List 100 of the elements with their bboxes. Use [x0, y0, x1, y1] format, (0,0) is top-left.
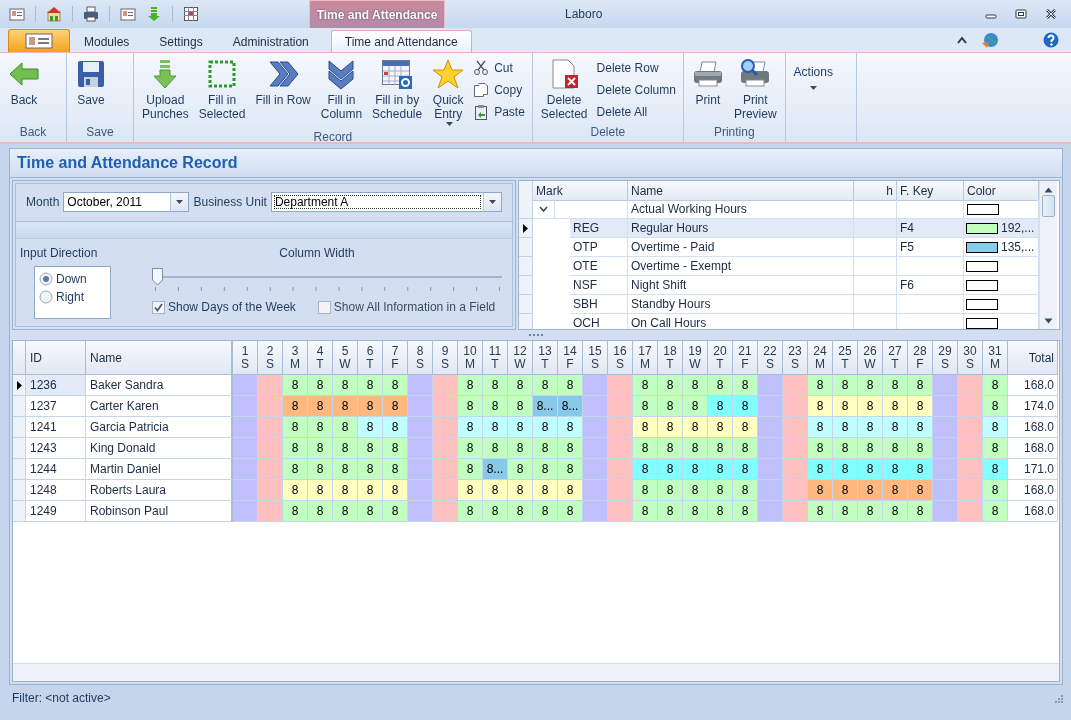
ribbon-button[interactable]: Quick Entry [427, 55, 470, 130]
scrollbar-thumb[interactable] [1042, 195, 1055, 217]
globe-icon[interactable] [981, 31, 999, 49]
hours-cell[interactable]: 8 [683, 438, 708, 459]
actions-button[interactable]: Actions [788, 55, 838, 94]
hours-cell[interactable] [758, 459, 783, 480]
ribbon-button[interactable]: Print [686, 55, 729, 110]
hours-cell[interactable]: 8 [483, 480, 508, 501]
hours-cell[interactable]: 8 [858, 396, 883, 417]
hours-cell[interactable] [608, 438, 633, 459]
hours-cell[interactable]: 8... [533, 396, 558, 417]
splitter-grip-icon[interactable] [529, 333, 543, 337]
hours-cell[interactable]: 8 [308, 417, 333, 438]
hours-cell[interactable]: 8 [458, 417, 483, 438]
hours-cell[interactable]: 8 [558, 459, 583, 480]
hours-cell[interactable]: 8 [283, 438, 308, 459]
hours-cell[interactable]: 8 [358, 396, 383, 417]
hours-cell[interactable]: 8 [983, 480, 1008, 501]
ribbon-tab[interactable]: Settings [145, 30, 217, 52]
hours-cell[interactable]: 8 [383, 396, 408, 417]
size-grip-icon[interactable] [1053, 693, 1063, 703]
hours-cell[interactable]: 8 [683, 396, 708, 417]
hours-cell[interactable]: 8 [308, 501, 333, 522]
hours-cell[interactable] [608, 480, 633, 501]
hours-cell[interactable]: 8 [808, 396, 833, 417]
hours-cell[interactable]: 8 [808, 417, 833, 438]
hours-cell[interactable]: 8 [458, 480, 483, 501]
ribbon-button[interactable]: Fill in Selected [193, 55, 251, 124]
hours-cell[interactable]: 8 [283, 459, 308, 480]
hours-cell[interactable]: 8 [383, 417, 408, 438]
hours-cell[interactable] [433, 375, 458, 396]
hours-cell[interactable] [258, 480, 283, 501]
hours-cell[interactable]: 8 [808, 438, 833, 459]
ribbon-tab[interactable]: Modules [70, 30, 144, 52]
hours-cell[interactable]: 8 [708, 375, 733, 396]
hours-cell[interactable]: 8 [483, 417, 508, 438]
hours-cell[interactable] [433, 501, 458, 522]
hours-cell[interactable]: 8 [333, 501, 358, 522]
hours-cell[interactable]: 8 [908, 501, 933, 522]
hours-cell[interactable]: 8 [358, 375, 383, 396]
ribbon-button[interactable]: Paste [469, 101, 529, 123]
hours-cell[interactable] [258, 417, 283, 438]
hours-cell[interactable] [783, 459, 808, 480]
hours-cell[interactable]: 8 [383, 501, 408, 522]
hours-cell[interactable]: 8 [633, 375, 658, 396]
hours-cell[interactable]: 8 [458, 375, 483, 396]
hours-cell[interactable] [408, 459, 433, 480]
checkbox-label[interactable]: Show Days of the Week [168, 300, 296, 314]
hours-cell[interactable]: 8 [533, 417, 558, 438]
hours-cell[interactable] [408, 375, 433, 396]
horizontal-scrollbar[interactable] [13, 663, 1059, 681]
checkbox[interactable] [317, 300, 331, 314]
hours-cell[interactable] [583, 459, 608, 480]
hours-cell[interactable] [758, 375, 783, 396]
hours-cell[interactable]: 8 [883, 480, 908, 501]
scroll-down-icon[interactable] [1044, 318, 1053, 324]
hours-cell[interactable]: 8 [908, 375, 933, 396]
arrow-down-icon[interactable] [146, 6, 162, 22]
hours-cell[interactable]: 8 [833, 501, 858, 522]
radio-button[interactable] [39, 272, 53, 286]
hours-cell[interactable]: 8 [883, 501, 908, 522]
hours-cell[interactable]: 8 [558, 501, 583, 522]
hours-cell[interactable]: 8 [733, 459, 758, 480]
hours-cell[interactable]: 8 [658, 480, 683, 501]
hours-cell[interactable]: 8 [483, 375, 508, 396]
hours-cell[interactable]: 8 [358, 501, 383, 522]
hours-cell[interactable]: 8 [483, 396, 508, 417]
hours-cell[interactable] [783, 417, 808, 438]
hours-cell[interactable]: 8 [308, 396, 333, 417]
hours-cell[interactable]: 8 [683, 417, 708, 438]
ribbon-button[interactable]: Cut [469, 57, 529, 79]
hours-cell[interactable]: 8 [508, 375, 533, 396]
radio-label[interactable]: Down [56, 272, 87, 286]
hours-cell[interactable] [958, 459, 983, 480]
hours-cell[interactable]: 8 [908, 417, 933, 438]
hours-cell[interactable]: 8 [808, 375, 833, 396]
hours-cell[interactable] [233, 438, 258, 459]
hours-cell[interactable]: 8 [983, 501, 1008, 522]
application-menu-button[interactable] [8, 29, 70, 52]
hours-cell[interactable]: 8 [458, 501, 483, 522]
hours-cell[interactable]: 8 [983, 375, 1008, 396]
hours-cell[interactable]: 8 [808, 501, 833, 522]
collapse-ribbon-icon[interactable] [957, 36, 967, 44]
hours-cell[interactable] [583, 375, 608, 396]
hours-cell[interactable] [783, 375, 808, 396]
hours-cell[interactable]: 8 [633, 501, 658, 522]
hours-cell[interactable] [758, 438, 783, 459]
hours-cell[interactable] [583, 480, 608, 501]
row-indicator[interactable] [13, 375, 26, 396]
hours-cell[interactable]: 8 [333, 480, 358, 501]
ribbon-tab[interactable]: Time and Attendance [330, 30, 472, 52]
hours-cell[interactable]: 8 [483, 501, 508, 522]
hours-cell[interactable] [433, 396, 458, 417]
hours-cell[interactable]: 8 [558, 480, 583, 501]
hours-cell[interactable] [258, 501, 283, 522]
hours-cell[interactable]: 8 [483, 438, 508, 459]
close-icon[interactable] [1045, 8, 1057, 20]
hours-cell[interactable] [233, 501, 258, 522]
hours-cell[interactable] [583, 417, 608, 438]
hours-cell[interactable]: 8 [658, 396, 683, 417]
